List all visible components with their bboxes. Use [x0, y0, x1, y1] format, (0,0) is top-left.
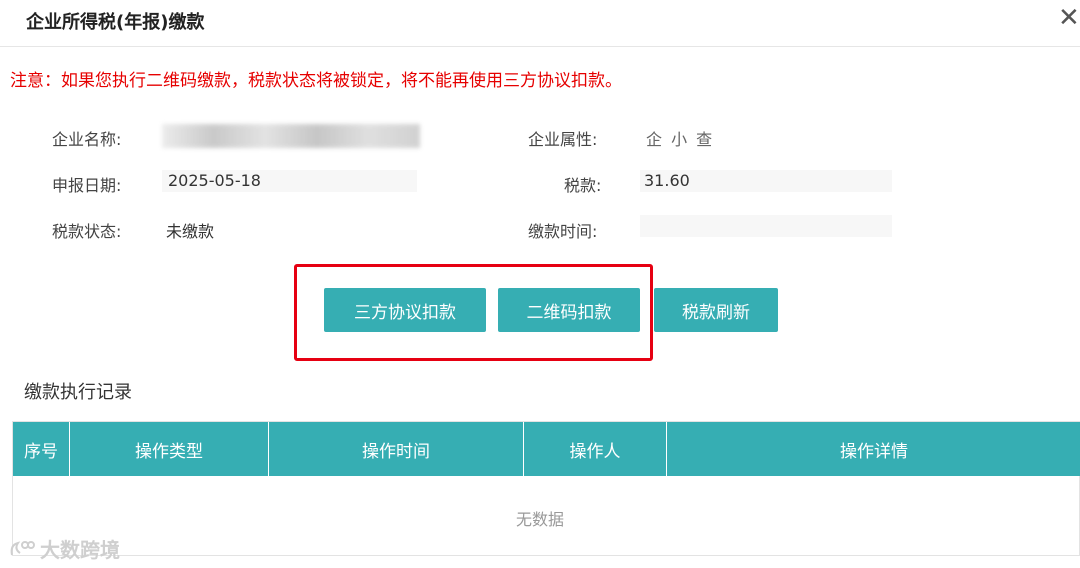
tax-refresh-button[interactable]: 税款刷新: [654, 288, 778, 332]
watermark: 大数跨境: [8, 534, 120, 563]
highlight-box: [294, 264, 653, 361]
tax-value: 31.60: [644, 171, 690, 190]
col-op-detail: 操作详情: [840, 441, 908, 462]
tax-status-value: 未缴款: [166, 222, 215, 241]
dialog-header: 企业所得税(年报)缴款 ✕: [0, 0, 1080, 47]
pay-time-label: 缴款时间:: [528, 222, 598, 241]
close-icon[interactable]: ✕: [1058, 5, 1080, 31]
col-op-type: 操作类型: [70, 422, 269, 476]
pay-time-field: [640, 215, 892, 237]
warning-notice: 注意：如果您执行二维码缴款，税款状态将被锁定，将不能再使用三方协议扣款。: [10, 71, 622, 91]
watermark-logo-icon: [10, 540, 35, 555]
company-name-label: 企业名称:: [52, 130, 122, 149]
empty-text: 无数据: [515, 510, 564, 529]
report-date-value: 2025-05-18: [168, 171, 261, 190]
tax-label: 税款:: [564, 176, 602, 195]
report-date-label: 申报日期:: [52, 176, 122, 195]
watermark-text: 大数跨境: [40, 538, 120, 562]
dialog-title: 企业所得税(年报)缴款: [26, 12, 205, 33]
col-op-time: 操作时间: [269, 422, 524, 476]
col-index: 序号: [13, 422, 70, 476]
table-header: 序号 操作类型 操作时间 操作人 操作详情: [13, 422, 1080, 476]
records-table: 序号 操作类型 操作时间 操作人 操作详情: [12, 421, 1080, 556]
tax-status-label: 税款状态:: [52, 222, 122, 241]
records-title: 缴款执行记录: [24, 382, 132, 403]
company-name-value-redacted: [162, 124, 420, 148]
col-operator: 操作人: [524, 422, 667, 476]
company-attr-value: 企 小 查: [646, 130, 715, 149]
company-attr-label: 企业属性:: [528, 130, 598, 149]
